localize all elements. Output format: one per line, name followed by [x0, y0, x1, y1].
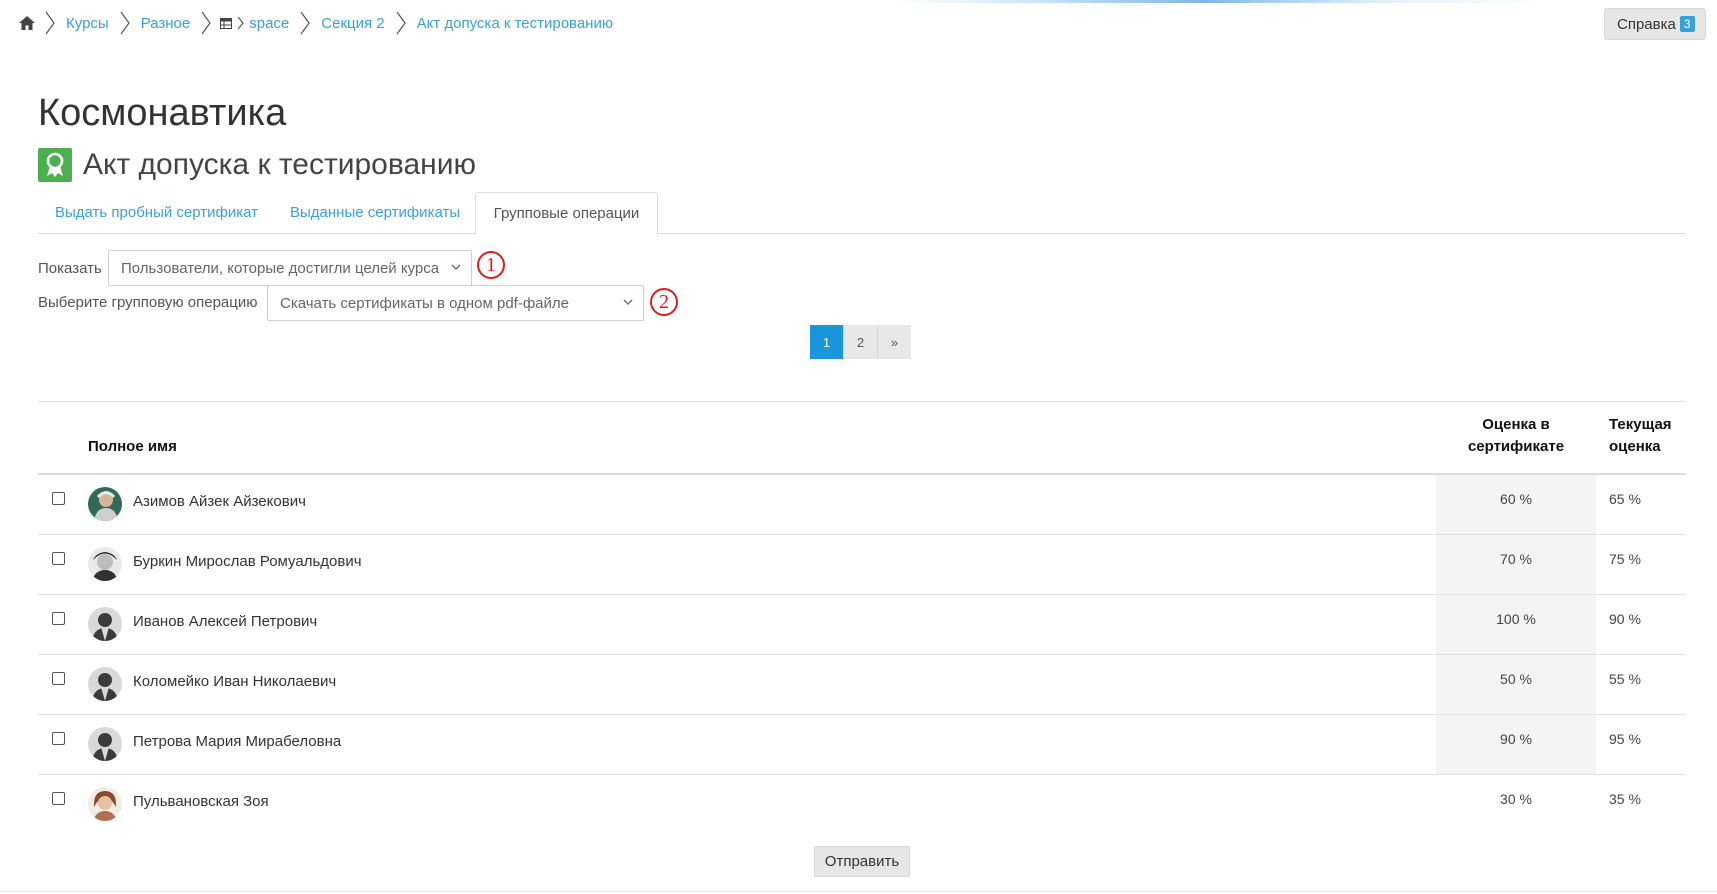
- page-2[interactable]: 2: [844, 325, 878, 359]
- chevron-right-icon: [293, 10, 317, 36]
- table-icon: [220, 17, 233, 29]
- user-avatar[interactable]: [88, 667, 122, 701]
- breadcrumb: Курсы Разное space Секция 2 Акт допуска …: [16, 10, 617, 36]
- cert-grade: 60 %: [1500, 491, 1532, 507]
- tab-issued-certificates[interactable]: Выданные сертификаты: [290, 192, 460, 232]
- row-checkbox[interactable]: [52, 732, 65, 745]
- help-button[interactable]: Справка 3: [1604, 8, 1706, 40]
- footer-divider: [0, 891, 1717, 892]
- submit-button[interactable]: Отправить: [814, 846, 910, 877]
- top-accent-strip: [0, 0, 1717, 3]
- show-label: Показать: [38, 260, 102, 277]
- row-checkbox[interactable]: [52, 612, 65, 625]
- current-grade: 75 %: [1609, 551, 1641, 567]
- cert-grade: 100 %: [1496, 611, 1536, 627]
- chevron-down-icon: [623, 299, 633, 305]
- header-current-grade-line2: оценка: [1609, 438, 1661, 455]
- tab-group-operations[interactable]: Групповые операции: [475, 192, 658, 235]
- help-badge: 3: [1679, 16, 1695, 32]
- page-1[interactable]: 1: [810, 325, 844, 359]
- show-select[interactable]: Пользователи, которые достигли целей кур…: [108, 250, 472, 286]
- header-fullname[interactable]: Полное имя: [88, 436, 177, 458]
- table-row: Азимов Айзек Айзекович 60 % 65 %: [38, 475, 1686, 535]
- user-name-link[interactable]: Коломейко Иван Николаевич: [133, 673, 336, 690]
- annotation-marker-1: 1: [477, 251, 505, 279]
- pagination: 1 2 »: [810, 325, 911, 359]
- chevron-right-icon: [194, 10, 218, 36]
- header-current-grade-line1: Текущая: [1609, 416, 1672, 433]
- breadcrumb-section[interactable]: Секция 2: [317, 15, 388, 32]
- users-table: Полное имя Оценка в сертификате Текущая …: [38, 401, 1686, 834]
- cert-grade: 90 %: [1500, 731, 1532, 747]
- row-checkbox[interactable]: [52, 792, 65, 805]
- table-row: Коломейко Иван Николаевич 50 % 55 %: [38, 655, 1686, 715]
- operation-label: Выберите групповую операцию: [38, 294, 258, 311]
- annotation-marker-2: 2: [650, 288, 678, 316]
- user-avatar[interactable]: [88, 547, 122, 581]
- operation-select-value: Скачать сертификаты в одном pdf-файле: [280, 294, 569, 312]
- header-current-grade[interactable]: Текущая оценка: [1609, 414, 1672, 458]
- breadcrumb-courses[interactable]: Курсы: [62, 15, 113, 32]
- show-select-value: Пользователи, которые достигли целей кур…: [121, 259, 440, 277]
- table-header: Полное имя Оценка в сертификате Текущая …: [38, 401, 1686, 475]
- current-grade: 55 %: [1609, 671, 1641, 687]
- header-cert-grade-line2: сертификате: [1467, 438, 1565, 455]
- user-name-link[interactable]: Петрова Мария Мирабеловна: [133, 733, 341, 750]
- table-row: Буркин Мирослав Ромуальдович 70 % 75 %: [38, 535, 1686, 595]
- current-grade: 95 %: [1609, 731, 1641, 747]
- tab-bar: Выдать пробный сертификат Выданные серти…: [38, 192, 1686, 235]
- chevron-right-icon: [113, 10, 137, 36]
- cert-grade: 50 %: [1500, 671, 1532, 687]
- row-checkbox[interactable]: [52, 672, 65, 685]
- help-label: Справка: [1617, 15, 1676, 33]
- user-name-link[interactable]: Буркин Мирослав Ромуальдович: [133, 553, 362, 570]
- page-next[interactable]: »: [878, 325, 911, 359]
- user-avatar[interactable]: [88, 487, 122, 521]
- chevron-right-icon: [235, 10, 245, 36]
- user-name-link[interactable]: Пульвановская Зоя: [133, 793, 269, 810]
- row-checkbox[interactable]: [52, 492, 65, 505]
- breadcrumb-misc[interactable]: Разное: [137, 15, 195, 32]
- current-grade: 65 %: [1609, 491, 1641, 507]
- table-row: Пульвановская Зоя 30 % 35 %: [38, 775, 1686, 834]
- current-grade: 35 %: [1609, 791, 1641, 807]
- user-name-link[interactable]: Азимов Айзек Айзекович: [133, 493, 306, 510]
- cert-grade: 30 %: [1500, 791, 1532, 807]
- breadcrumb-activity[interactable]: Акт допуска к тестированию: [413, 15, 618, 32]
- table-row: Петрова Мария Мирабеловна 90 % 95 %: [38, 715, 1686, 775]
- user-avatar[interactable]: [88, 727, 122, 761]
- home-icon[interactable]: [16, 12, 38, 34]
- chevron-down-icon: [451, 264, 461, 270]
- breadcrumb-space[interactable]: space: [245, 15, 293, 32]
- chevron-right-icon: [38, 10, 62, 36]
- user-avatar[interactable]: [88, 607, 122, 641]
- course-title: Космонавтика: [38, 92, 287, 134]
- operation-select[interactable]: Скачать сертификаты в одном pdf-файле: [267, 285, 644, 321]
- cert-grade: 70 %: [1500, 551, 1532, 567]
- row-checkbox[interactable]: [52, 552, 65, 565]
- certificate-icon: [38, 148, 72, 182]
- user-avatar[interactable]: [88, 787, 122, 821]
- tab-issue-test-certificate[interactable]: Выдать пробный сертификат: [55, 192, 258, 232]
- page-title: Акт допуска к тестированию: [83, 148, 476, 181]
- header-cert-grade-line1: Оценка в: [1482, 416, 1550, 433]
- header-cert-grade[interactable]: Оценка в сертификате: [1436, 414, 1596, 458]
- current-grade: 90 %: [1609, 611, 1641, 627]
- chevron-right-icon: [389, 10, 413, 36]
- table-row: Иванов Алексей Петрович 100 % 90 %: [38, 595, 1686, 655]
- user-name-link[interactable]: Иванов Алексей Петрович: [133, 613, 317, 630]
